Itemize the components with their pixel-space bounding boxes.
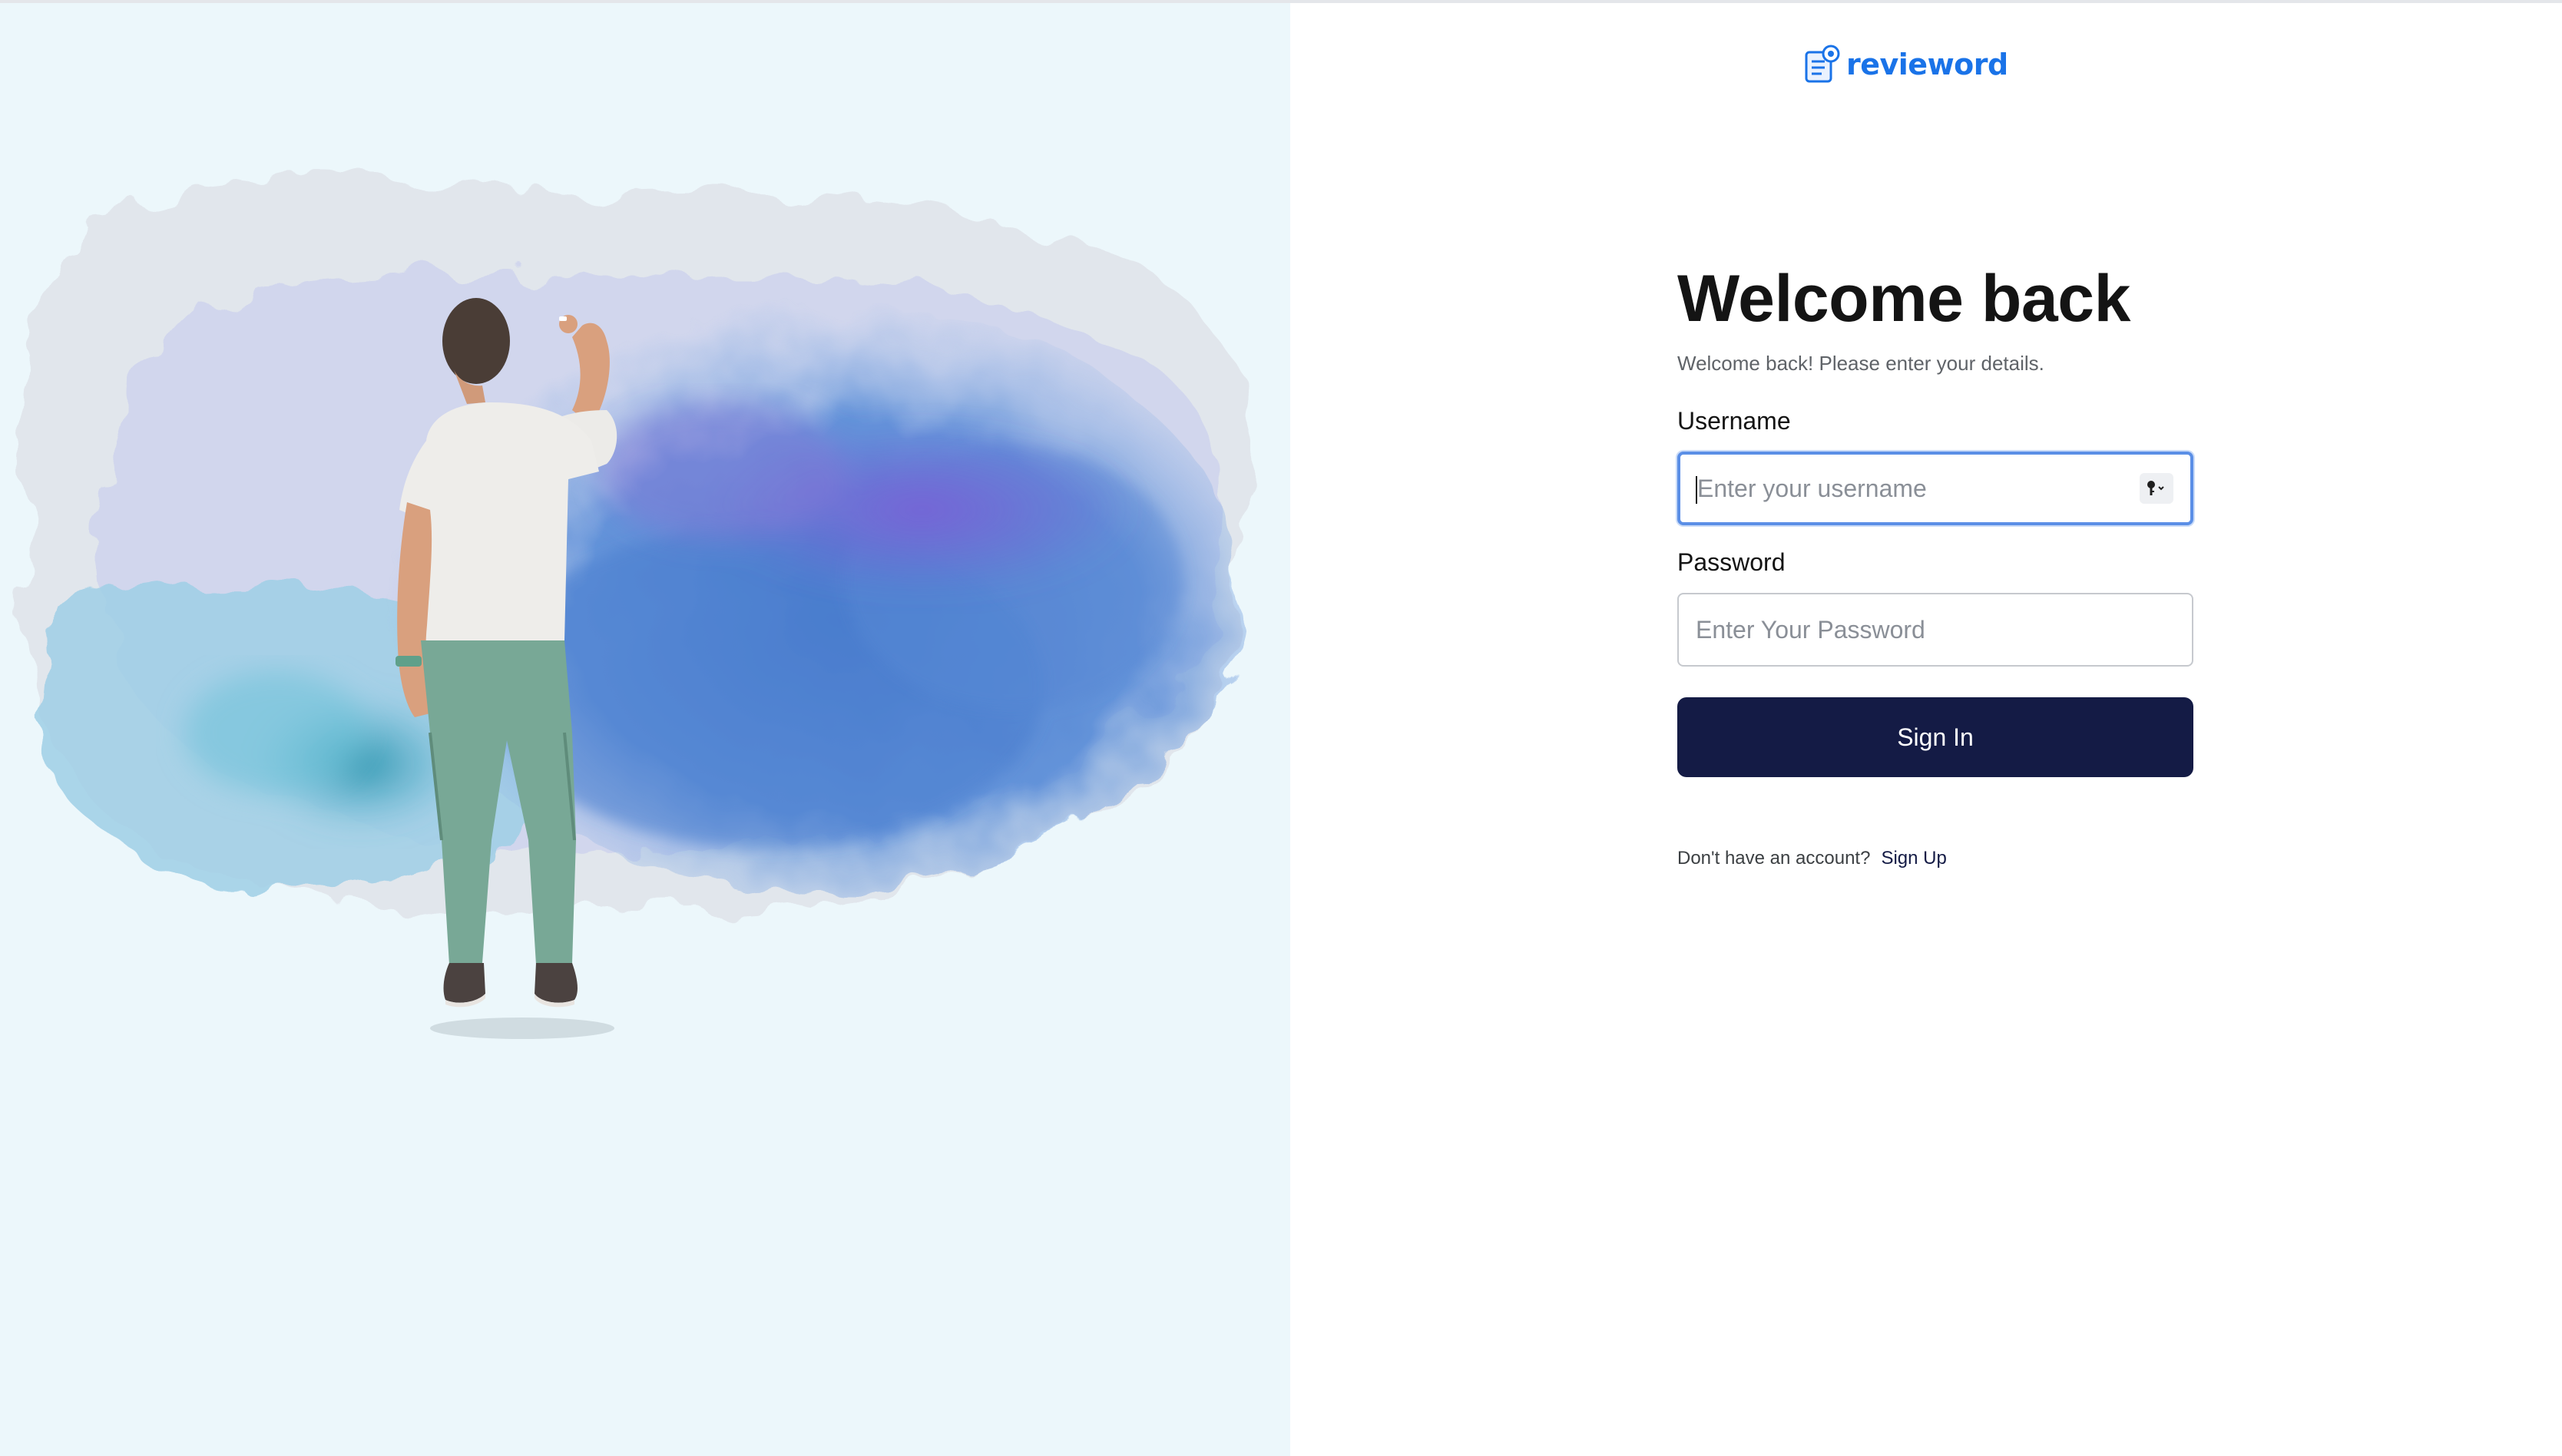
key-icon	[2147, 481, 2164, 495]
login-panel: revieword Welcome back Welcome back! Ple…	[1290, 3, 2562, 1456]
password-field	[1677, 593, 2193, 667]
password-label: Password	[1677, 548, 1786, 576]
signup-row: Don't have an account? Sign Up	[1677, 848, 2193, 869]
watercolor-illustration	[19, 180, 1258, 1039]
brand-name: revieword	[1846, 48, 2008, 81]
text-cursor	[1696, 476, 1697, 504]
username-field	[1677, 452, 2193, 525]
page-subtitle: Welcome back! Please enter your details.	[1677, 352, 2044, 375]
password-input[interactable]	[1679, 594, 2192, 665]
sign-up-link[interactable]: Sign Up	[1881, 848, 1946, 869]
username-input[interactable]	[1680, 455, 2190, 522]
password-manager-button[interactable]	[2140, 473, 2173, 504]
username-label: Username	[1677, 407, 1791, 435]
brand-logo[interactable]: revieword	[1803, 45, 2008, 84]
page-title: Welcome back	[1677, 262, 2130, 336]
sign-in-button[interactable]: Sign In	[1677, 697, 2193, 777]
signup-prompt: Don't have an account?	[1677, 848, 1871, 869]
login-page: revieword Welcome back Welcome back! Ple…	[0, 0, 2562, 1456]
document-badge-icon	[1805, 45, 1840, 83]
login-form: Welcome back Welcome back! Please enter …	[1677, 256, 2193, 869]
illustration-panel	[0, 3, 1290, 1456]
